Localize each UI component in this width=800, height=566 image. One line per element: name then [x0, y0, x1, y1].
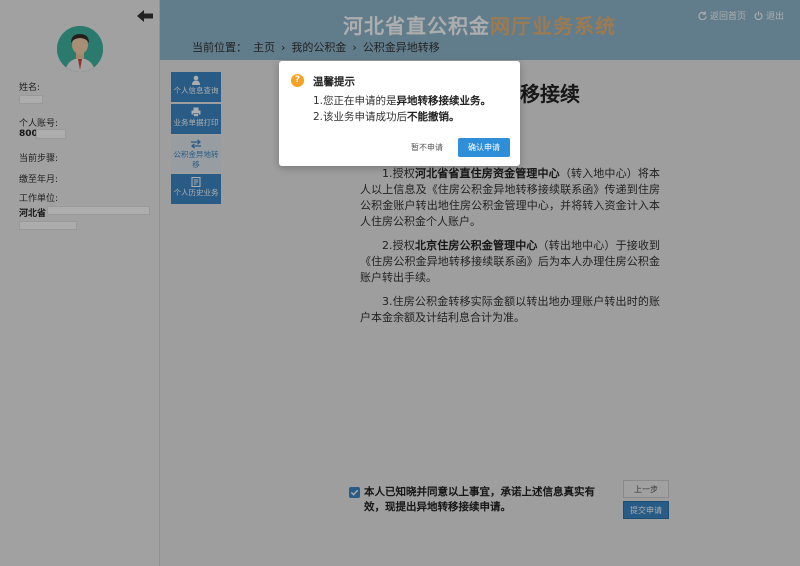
confirm-apply-button[interactable]: 确认申请: [458, 138, 510, 157]
dialog-message: 1.您正在申请的是异地转移接续业务。 2.该业务申请成功后不能撤销。: [313, 93, 491, 125]
dialog-line-1: 1.您正在申请的是异地转移接续业务。: [313, 95, 492, 107]
warning-question-icon: ?: [291, 74, 304, 87]
tip-dialog: ? 温馨提示 1.您正在申请的是异地转移接续业务。 2.该业务申请成功后不能撤销…: [279, 61, 520, 166]
dialog-line-2: 2.该业务申请成功后不能撤销。: [313, 111, 460, 123]
cancel-apply-button[interactable]: 暂不申请: [403, 138, 451, 157]
dialog-title: 温馨提示: [313, 76, 355, 88]
